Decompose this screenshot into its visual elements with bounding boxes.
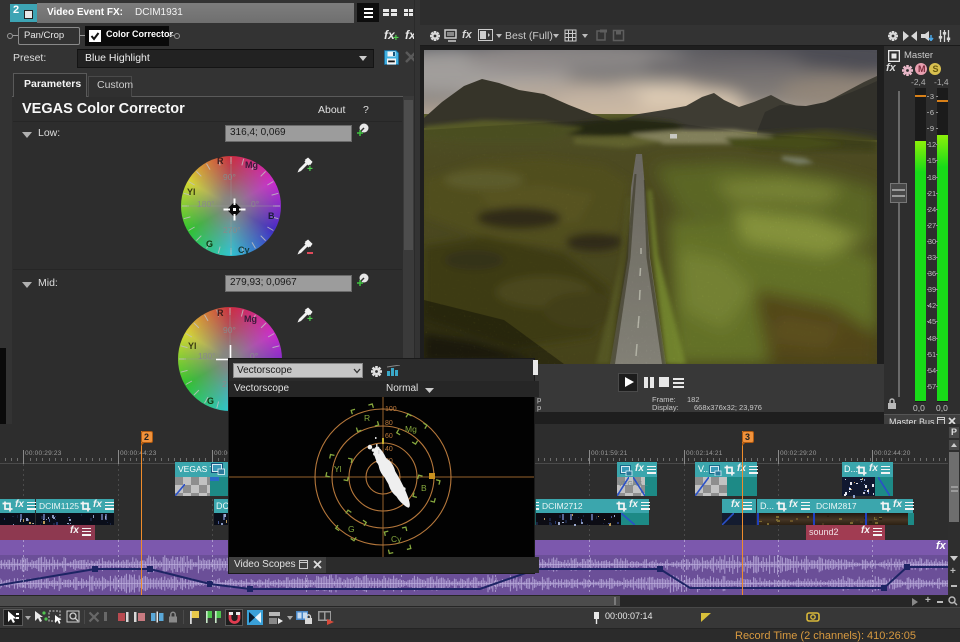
svg-text:R: R: [364, 413, 370, 423]
svg-text:40: 40: [385, 446, 393, 453]
svg-text:B: B: [421, 483, 427, 493]
svg-text:60: 60: [385, 433, 393, 440]
svg-text:Yl: Yl: [334, 464, 342, 474]
svg-text:100: 100: [385, 406, 397, 413]
svg-text:80: 80: [385, 420, 393, 427]
svg-text:Mg: Mg: [405, 424, 417, 434]
svg-text:G: G: [348, 524, 355, 534]
svg-text:Cy: Cy: [391, 534, 402, 544]
